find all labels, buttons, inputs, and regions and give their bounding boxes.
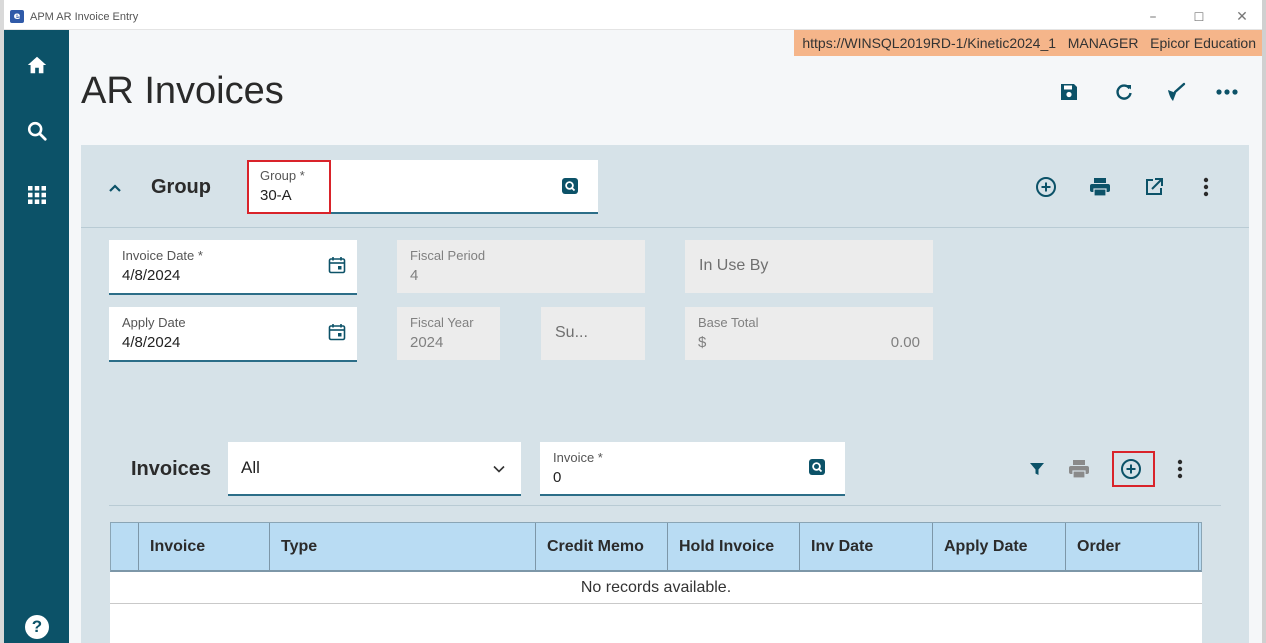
filter-icon[interactable] (1025, 457, 1049, 481)
title-bar: e APM AR Invoice Entry – ☐ ✕ (4, 4, 1262, 30)
invoice-filter-value: All (241, 458, 260, 477)
invoice-date-field[interactable]: Invoice Date * 4/8/2024 (109, 240, 357, 295)
empty-table-message: No records available. (110, 572, 1202, 604)
close-button[interactable]: ✕ (1227, 7, 1257, 27)
column-invoice[interactable]: Invoice (139, 523, 270, 571)
fiscal-year-value: 2024 (410, 334, 444, 351)
print-group-icon[interactable] (1088, 175, 1112, 199)
main-content: https://WINSQL2019RD-1/Kinetic2024_1 MAN… (69, 30, 1262, 643)
maximize-button[interactable]: ☐ (1184, 7, 1214, 27)
collapse-chevron-icon[interactable] (107, 180, 123, 196)
clear-broom-icon[interactable] (1163, 80, 1187, 104)
invoice-date-label: Invoice Date * (122, 248, 203, 263)
chevron-down-icon (493, 465, 505, 473)
in-use-by-field: In Use By (685, 240, 933, 293)
left-navigation: ? (4, 30, 69, 643)
group-header-divider (81, 227, 1249, 228)
invoices-divider (109, 505, 1221, 506)
home-icon[interactable] (23, 51, 51, 79)
help-glyph: ? (25, 615, 49, 639)
base-total-label: Base Total (698, 315, 759, 330)
apply-date-field[interactable]: Apply Date 4/8/2024 (109, 307, 357, 362)
open-external-icon[interactable] (1142, 175, 1166, 199)
fiscal-period-value: 4 (410, 267, 419, 284)
column-inv-date[interactable]: Inv Date (800, 523, 933, 571)
environment-banner: https://WINSQL2019RD-1/Kinetic2024_1 MAN… (794, 30, 1262, 56)
fiscal-year-label: Fiscal Year (410, 315, 474, 330)
help-icon[interactable]: ? (23, 613, 51, 641)
fiscal-period-label: Fiscal Period (410, 248, 486, 263)
invoices-section-title: Invoices (131, 458, 212, 480)
base-total-field: Base Total $ 0.00 (685, 307, 933, 360)
group-section-title: Group (151, 176, 211, 198)
apps-grid-icon[interactable] (23, 181, 51, 209)
add-invoice-highlight (1112, 451, 1155, 487)
refresh-icon[interactable] (1112, 80, 1136, 104)
invoice-field-label: Invoice * (553, 450, 603, 465)
table-header: Invoice Type Credit Memo Hold Invoice In… (110, 522, 1202, 572)
invoices-more-icon[interactable] (1168, 457, 1192, 481)
column-hold-invoice[interactable]: Hold Invoice (668, 523, 800, 571)
column-type[interactable]: Type (270, 523, 536, 571)
fiscal-year-field: Fiscal Year 2024 (397, 307, 500, 360)
invoice-date-value: 4/8/2024 (122, 267, 181, 284)
base-total-currency: $ (698, 334, 707, 351)
invoice-date-calendar-icon[interactable] (328, 256, 346, 274)
right-window-edge (1262, 0, 1266, 643)
page-title: AR Invoices (81, 70, 284, 112)
invoice-field-value: 0 (553, 469, 562, 486)
in-use-by-label: In Use By (699, 257, 769, 274)
window-title: APM AR Invoice Entry (30, 11, 139, 23)
group-panel: Group Group * 30-A Invoice Date * 4/8/20… (81, 145, 1249, 643)
app-logo-icon: e (10, 10, 24, 23)
apply-date-label: Apply Date (122, 315, 186, 330)
invoices-table: Invoice Type Credit Memo Hold Invoice In… (110, 522, 1202, 643)
apply-date-calendar-icon[interactable] (328, 323, 346, 341)
group-lookup-icon[interactable] (561, 177, 579, 195)
more-options-icon[interactable] (1215, 80, 1239, 104)
group-field-highlight (247, 160, 331, 214)
column-order[interactable]: Order (1066, 523, 1199, 571)
group-more-icon[interactable] (1194, 175, 1218, 199)
print-invoices-icon[interactable] (1067, 457, 1091, 481)
base-total-value: 0.00 (890, 334, 920, 351)
search-icon[interactable] (23, 117, 51, 145)
fiscal-period-field: Fiscal Period 4 (397, 240, 645, 293)
add-group-icon[interactable] (1034, 175, 1058, 199)
apply-date-value: 4/8/2024 (122, 334, 181, 351)
select-all-column[interactable] (111, 523, 139, 571)
invoice-filter-select[interactable]: All (228, 442, 521, 496)
save-icon[interactable] (1057, 80, 1081, 104)
invoice-lookup-icon[interactable] (808, 458, 826, 476)
fiscal-year-suffix-value: Su... (555, 324, 588, 341)
fiscal-year-suffix-field: Su... (541, 307, 645, 360)
column-apply-date[interactable]: Apply Date (933, 523, 1066, 571)
invoice-field[interactable]: Invoice * 0 (540, 442, 845, 496)
minimize-button[interactable]: – (1138, 7, 1168, 27)
column-credit-memo[interactable]: Credit Memo (536, 523, 668, 571)
